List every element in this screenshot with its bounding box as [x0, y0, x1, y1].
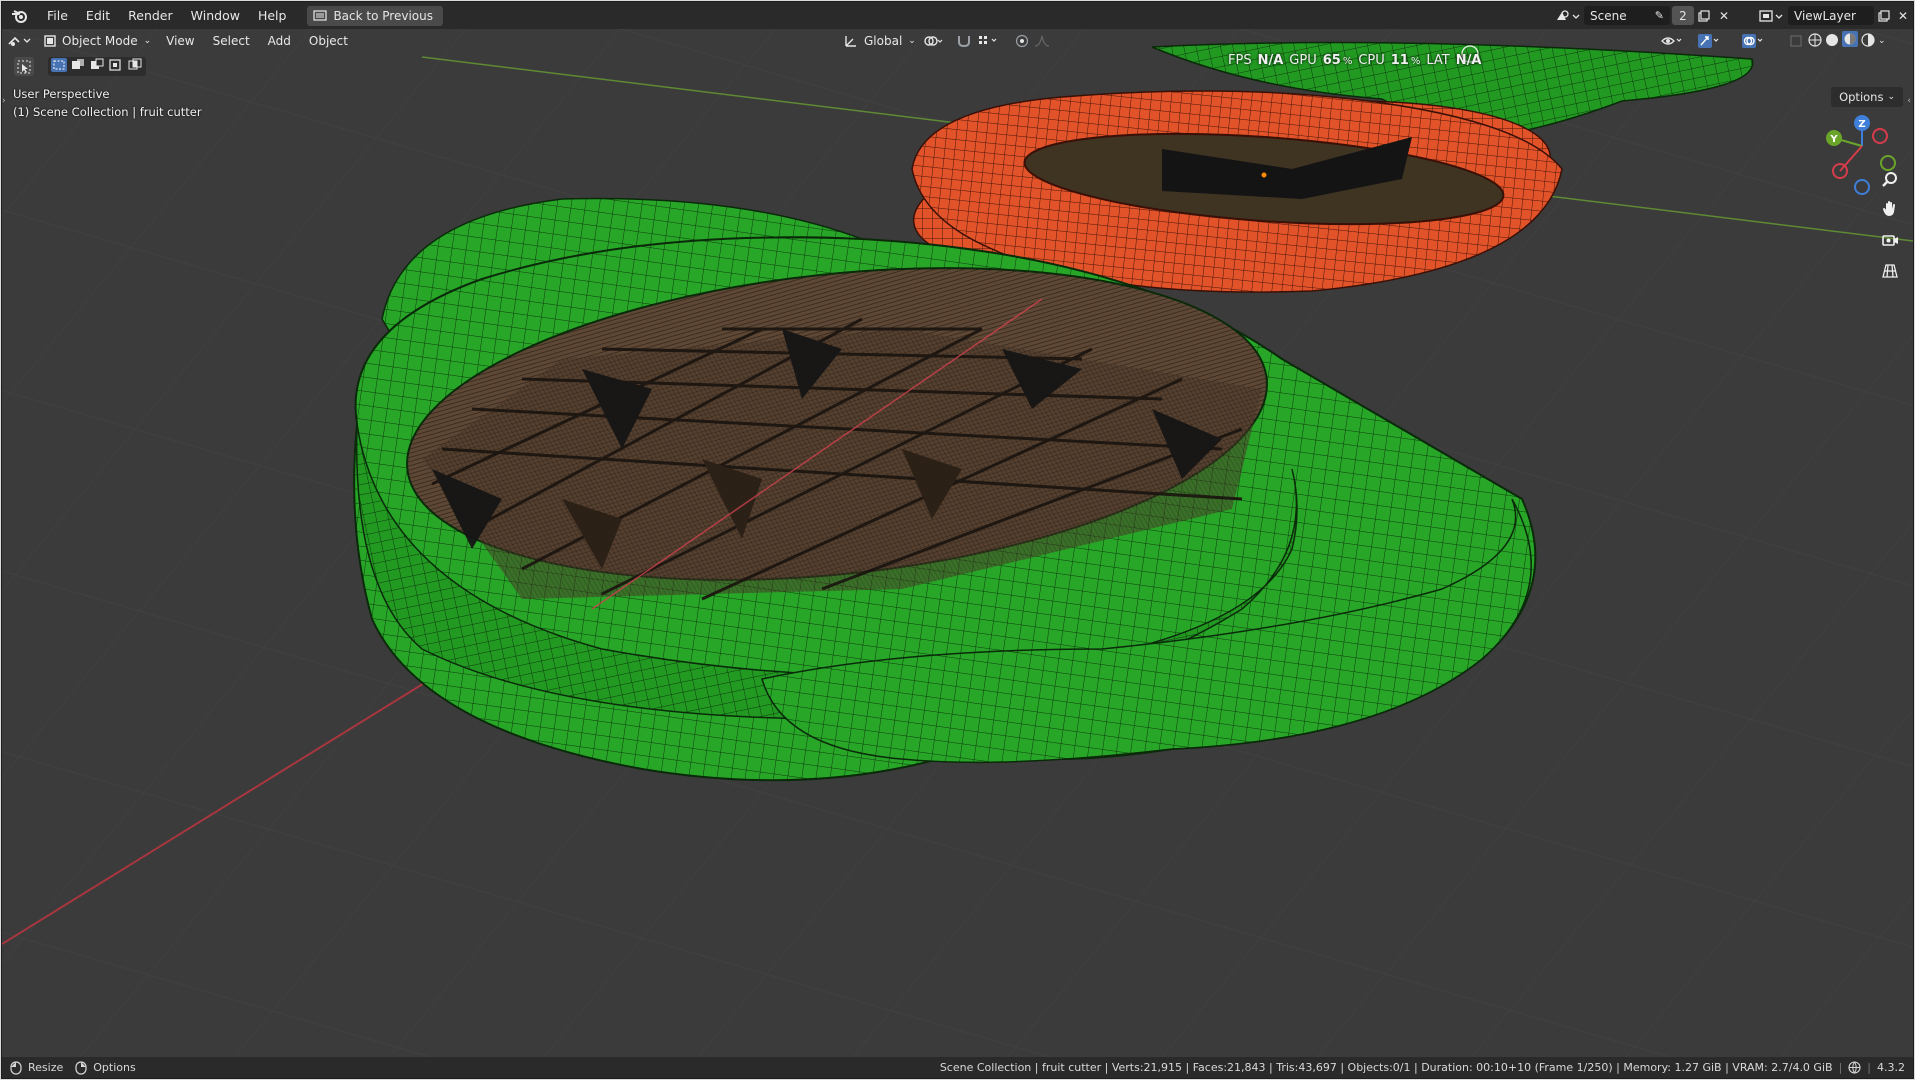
rendered-shading-icon[interactable]: [1861, 32, 1875, 51]
header-menu-select[interactable]: Select: [204, 29, 259, 53]
zoom-icon[interactable]: [1877, 166, 1903, 192]
chevron-down-icon: ⌄: [908, 36, 916, 46]
menu-help[interactable]: Help: [249, 2, 296, 29]
header-menu-view[interactable]: View: [157, 29, 203, 53]
fps-label: FPS: [1228, 53, 1252, 68]
falloff-curve-icon[interactable]: [1032, 31, 1056, 51]
header-menu-object[interactable]: Object: [300, 29, 357, 53]
globe-icon: [1848, 1061, 1861, 1074]
sidebar-expand-icon[interactable]: ‹: [1907, 96, 1911, 106]
gpu-percent: %: [1342, 56, 1353, 67]
new-scene-icon[interactable]: [1694, 6, 1714, 25]
shading-mode-group: ⌄: [1808, 31, 1886, 51]
3d-viewport[interactable]: User Perspective (1) Scene Collection | …: [2, 29, 1913, 1057]
status-resize: Resize: [28, 1061, 64, 1074]
scene-name: Scene: [1590, 8, 1627, 23]
status-options: Options: [93, 1061, 136, 1074]
top-menu-bar: File Edit Render Window Help Back to Pre…: [2, 2, 1913, 29]
select-new-icon[interactable]: [51, 57, 67, 76]
new-view-layer-icon[interactable]: [1874, 6, 1894, 25]
menu-edit[interactable]: Edit: [77, 2, 119, 29]
perspective-toggle-icon[interactable]: [1877, 258, 1903, 284]
wireframe-shading-icon[interactable]: [1808, 32, 1822, 51]
screen-icon: [313, 9, 328, 21]
view-layer-name: ViewLayer: [1794, 8, 1856, 23]
pan-hand-icon[interactable]: [1877, 196, 1903, 222]
chevron-down-icon: ⌄: [143, 36, 152, 46]
gizmo-z-label: Z: [1858, 119, 1865, 130]
selection-mode-group: [48, 57, 146, 76]
proportional-edit-icon[interactable]: [1010, 31, 1034, 51]
status-info: Scene Collection | fruit cutter | Verts:…: [939, 1061, 1833, 1074]
status-bar: Resize Options Scene Collection | fruit …: [2, 1057, 1913, 1078]
collection-label: (1) Scene Collection | fruit cutter: [13, 105, 202, 119]
gizmo-neg-x-axis[interactable]: [1872, 128, 1888, 144]
delete-view-layer-icon[interactable]: ✕: [1894, 6, 1912, 25]
mouse-left-icon: [10, 1060, 22, 1075]
select-intersect-icon[interactable]: [127, 57, 143, 76]
orientation-icon: [845, 36, 856, 47]
viewport-header: Object Mode ⌄ View Select Add Object Glo…: [2, 29, 1913, 53]
snap-toggle-icon[interactable]: [952, 31, 976, 51]
visibility-eye-icon[interactable]: [1658, 31, 1688, 51]
select-subtract-icon[interactable]: [89, 57, 105, 76]
menu-window[interactable]: Window: [182, 2, 249, 29]
menu-file[interactable]: File: [38, 2, 77, 29]
blender-logo-icon[interactable]: [2, 2, 38, 29]
cpu-percent: %: [1410, 56, 1421, 67]
material-shading-icon[interactable]: [1842, 31, 1858, 51]
gpu-value: 65: [1322, 53, 1341, 68]
menu-render[interactable]: Render: [119, 2, 182, 29]
select-extend-icon[interactable]: [70, 57, 86, 76]
back-to-previous-button[interactable]: Back to Previous: [307, 5, 443, 26]
back-to-previous-label: Back to Previous: [333, 8, 433, 23]
perspective-label: User Perspective: [13, 87, 110, 101]
transform-orientation-dropdown[interactable]: Global ⌄: [838, 31, 922, 51]
gpu-label: GPU: [1289, 53, 1317, 68]
pin-icon[interactable]: ✎: [1655, 9, 1664, 22]
scene-icon: [1557, 9, 1580, 20]
header-menu-add[interactable]: Add: [259, 29, 300, 53]
cpu-label: CPU: [1358, 53, 1385, 68]
xray-toggle-icon[interactable]: [1784, 31, 1808, 51]
lat-value: N/A: [1455, 53, 1482, 68]
scene-user-count: 2: [1672, 6, 1694, 25]
camera-view-icon[interactable]: [1877, 227, 1903, 253]
select-invert-icon[interactable]: [108, 57, 124, 76]
view-layer-icon: [1759, 9, 1783, 22]
snap-grid-icon[interactable]: [974, 31, 1004, 51]
solid-shading-icon[interactable]: [1825, 32, 1839, 51]
overlays-toggle-icon[interactable]: [1738, 31, 1768, 51]
delete-scene-icon[interactable]: ✕: [1714, 6, 1734, 25]
view-layer-selector[interactable]: ViewLayer ✕: [1758, 5, 1912, 26]
cpu-value: 11: [1390, 53, 1409, 68]
scene-selector[interactable]: Scene ✎ 2 ✕: [1554, 5, 1734, 26]
performance-stats: FPS N/A GPU 65% CPU 11% LAT N/A: [1228, 53, 1481, 68]
gizmo-y-label: Y: [1829, 134, 1838, 145]
gizmo-toggle-icon[interactable]: [1694, 31, 1724, 51]
gizmo-neg-z-axis[interactable]: [1854, 179, 1870, 195]
select-tool-icon[interactable]: [14, 57, 34, 76]
scene-name-field[interactable]: Scene ✎: [1584, 6, 1670, 25]
view-layer-field[interactable]: ViewLayer: [1788, 6, 1874, 25]
orientation-label: Global: [864, 34, 903, 48]
fps-value: N/A: [1257, 53, 1284, 68]
tool-settings-bar: [14, 57, 146, 76]
shading-options-chevron-icon[interactable]: ⌄: [1878, 36, 1886, 46]
object-mode-label: Object Mode: [62, 34, 138, 48]
object-mode-icon: [44, 35, 56, 47]
toolbar-expand-icon[interactable]: ›: [2, 96, 6, 106]
viewport-scene: [2, 29, 1913, 1057]
lat-label: LAT: [1426, 53, 1450, 68]
mouse-right-icon: [75, 1060, 87, 1075]
pivot-point-icon[interactable]: [920, 31, 948, 51]
status-version: 4.3.2: [1877, 1061, 1905, 1074]
object-mode-dropdown[interactable]: Object Mode ⌄: [38, 31, 157, 51]
editor-type-icon[interactable]: [2, 31, 38, 51]
